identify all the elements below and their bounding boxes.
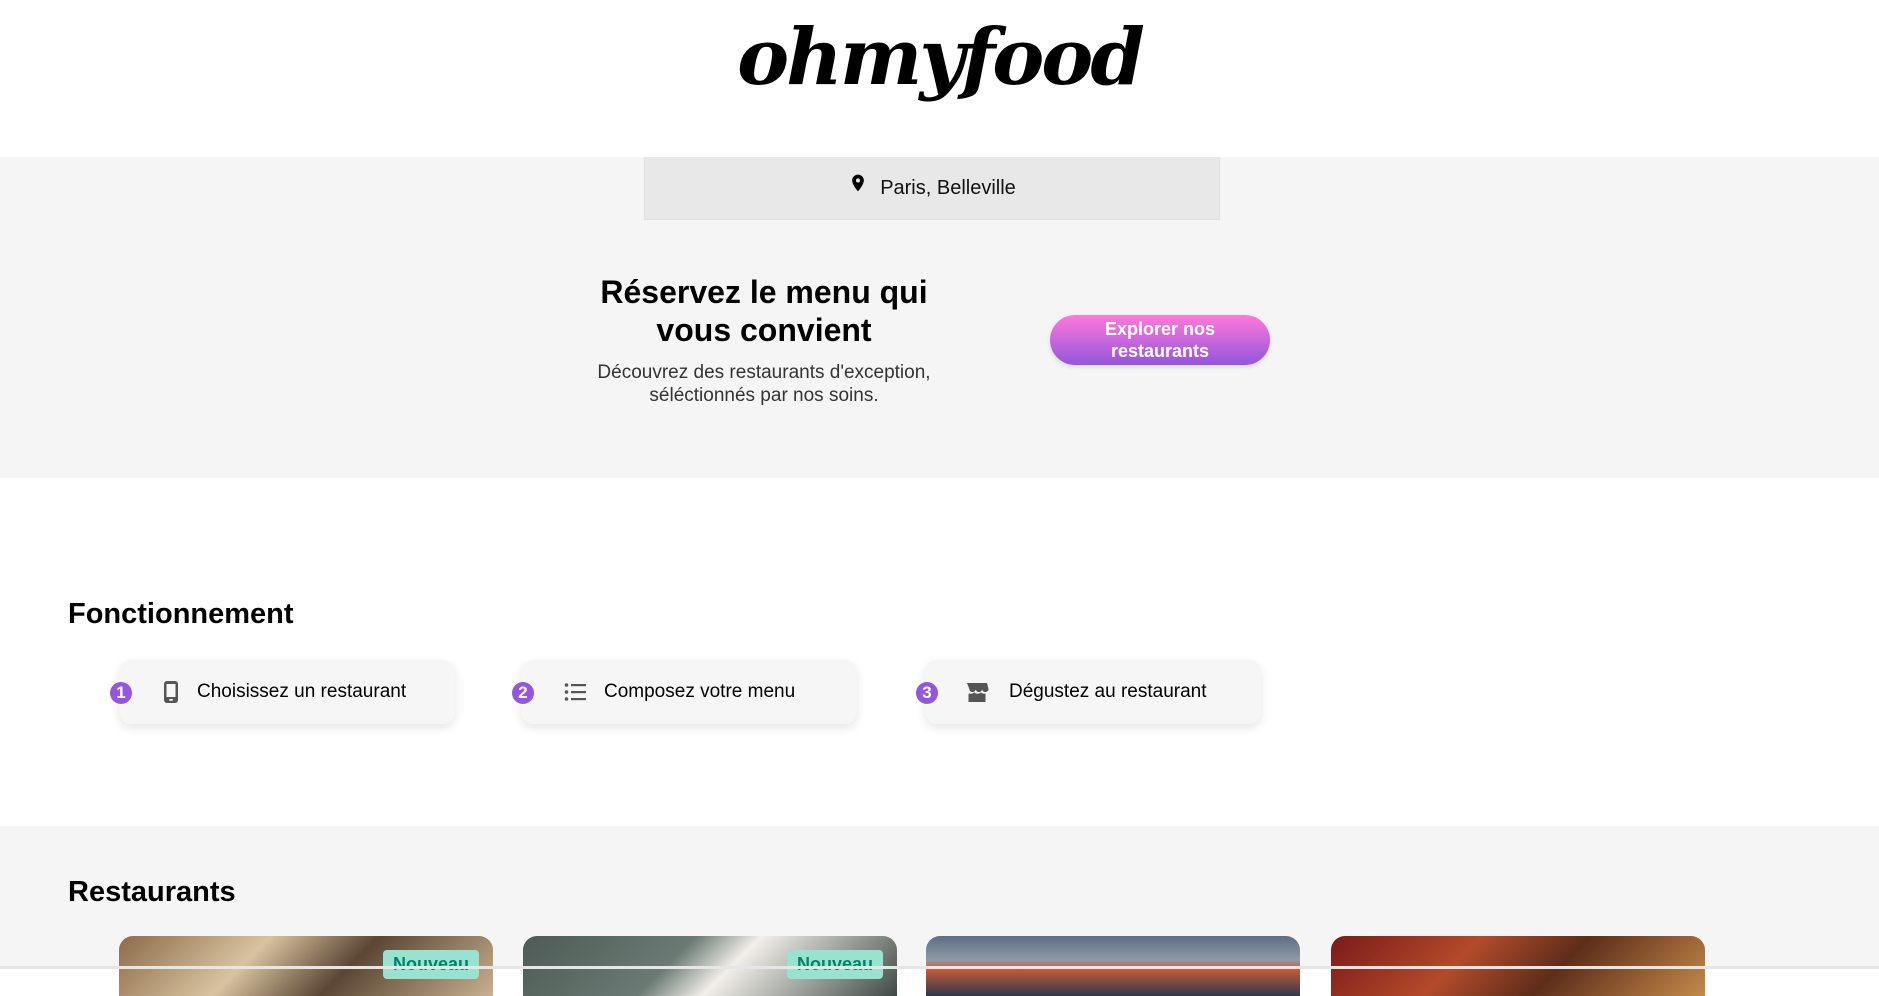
explore-restaurants-button[interactable]: Explorer nos restaurants [1050, 315, 1270, 365]
step-number-badge: 2 [512, 682, 534, 704]
new-badge: Nouveau [382, 950, 479, 979]
step-card-choose-restaurant[interactable]: 1 Choisissez un restaurant [110, 660, 455, 724]
hero-section: Paris, Belleville Réservez le menu qui v… [0, 157, 1879, 478]
restaurants-section: Restaurants Nouveau Nouveau [0, 826, 1879, 996]
step-label: Composez votre menu [604, 681, 796, 702]
step-number-badge: 1 [110, 682, 132, 704]
how-it-works-title: Fonctionnement [68, 598, 294, 630]
step-card-enjoy-restaurant[interactable]: 3 Dégustez au restaurant [916, 660, 1261, 724]
step-label: Dégustez au restaurant [1009, 681, 1207, 702]
store-icon [965, 680, 989, 704]
restaurants-title: Restaurants [68, 876, 236, 908]
hero-subtitle: Découvrez des restaurants d'exception, s… [597, 362, 931, 406]
location-bar[interactable]: Paris, Belleville [644, 157, 1220, 220]
step-card-compose-menu[interactable]: 2 Composez votre menu [512, 660, 857, 724]
hero-text: Réservez le menu qui vous convient Décou… [560, 273, 968, 407]
location-pin-icon [848, 174, 868, 200]
step-number-badge: 3 [916, 682, 938, 704]
site-header: ohmyfood [0, 0, 1879, 157]
step-label: Choisissez un restaurant [197, 681, 407, 702]
new-badge: Nouveau [786, 950, 883, 979]
list-icon [563, 680, 587, 704]
hero-title: Réservez le menu qui vous convient [600, 274, 928, 348]
location-text: Paris, Belleville [880, 176, 1016, 199]
smartphone-icon [159, 680, 183, 704]
site-logo[interactable]: ohmyfood [0, 10, 1879, 105]
